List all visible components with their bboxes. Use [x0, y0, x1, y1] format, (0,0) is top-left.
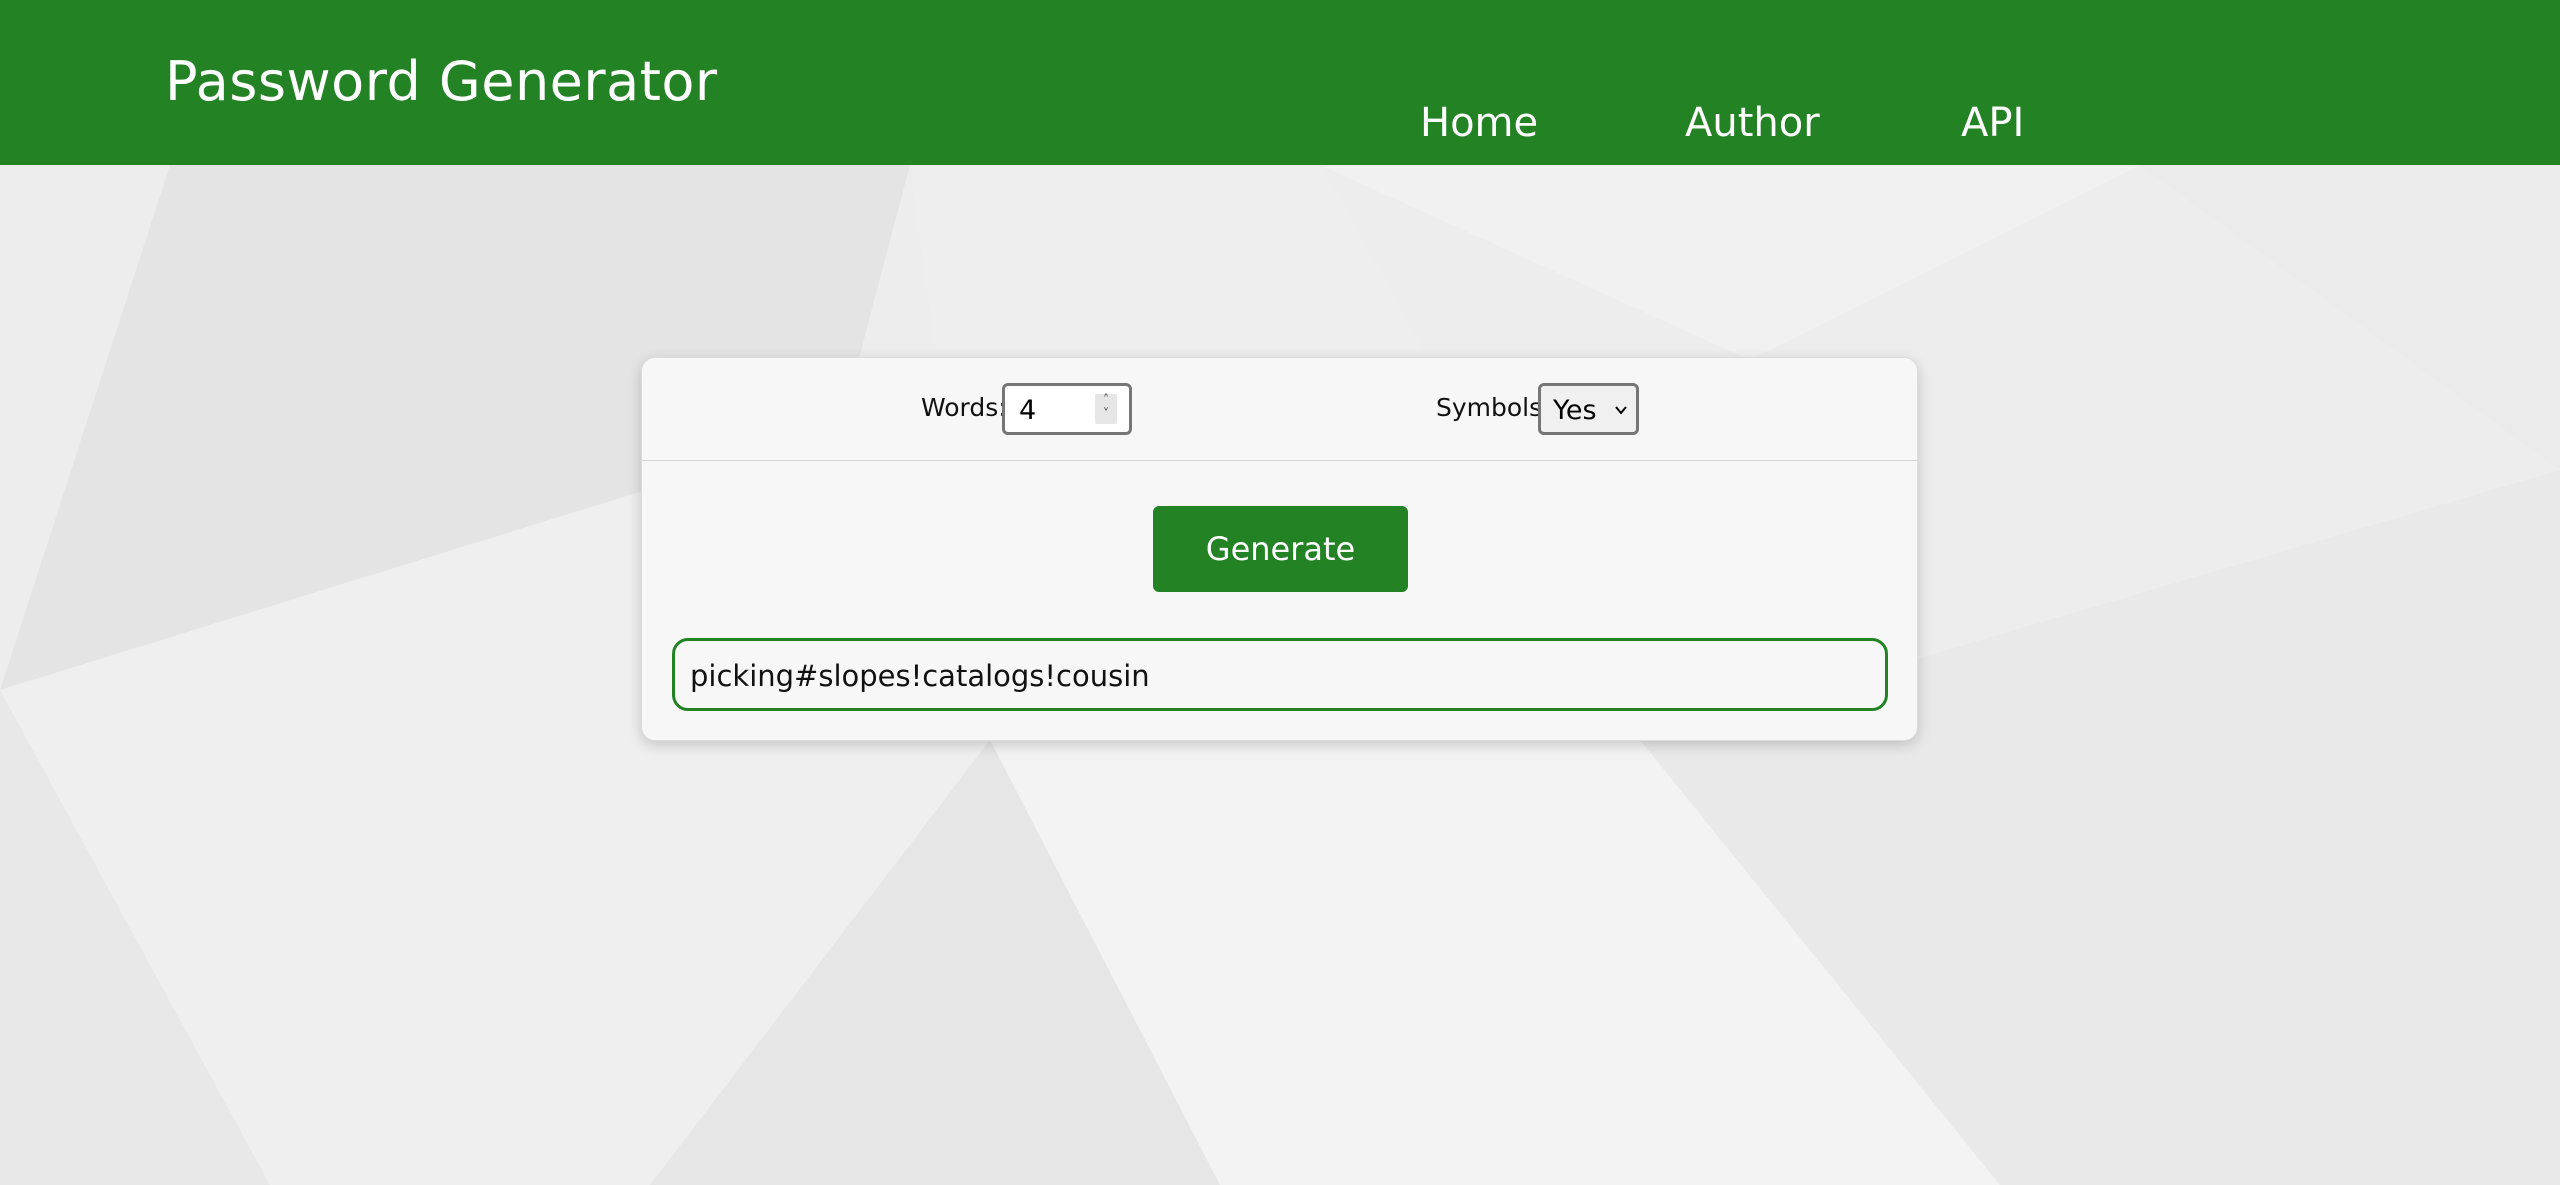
symbols-selected-value: Yes	[1553, 395, 1597, 426]
generated-password: picking#slopes!catalogs!cousin	[690, 659, 1150, 693]
number-spinner-icon[interactable]: ˄ ˅	[1095, 394, 1117, 424]
words-value: 4	[1019, 395, 1037, 426]
site-header: Password Generator Home Author API	[0, 0, 2560, 165]
nav-home-link[interactable]: Home	[1420, 100, 1538, 146]
password-output-field[interactable]: picking#slopes!catalogs!cousin	[672, 638, 1888, 711]
nav-api-link[interactable]: API	[1961, 100, 2024, 146]
generator-card: Words: 4 ˄ ˅ Symbols: Yes Generate pickin…	[641, 357, 1918, 741]
words-label: Words:	[921, 393, 1007, 422]
site-title[interactable]: Password Generator	[165, 50, 718, 113]
symbols-select[interactable]: Yes	[1538, 383, 1639, 435]
symbols-label: Symbols:	[1436, 393, 1551, 422]
nav-author-link[interactable]: Author	[1685, 100, 1820, 146]
words-number-input[interactable]: 4 ˄ ˅	[1002, 383, 1132, 435]
options-bar: Words: 4 ˄ ˅ Symbols: Yes	[642, 358, 1917, 461]
generate-button[interactable]: Generate	[1153, 506, 1408, 592]
chevron-down-icon	[1615, 406, 1627, 415]
